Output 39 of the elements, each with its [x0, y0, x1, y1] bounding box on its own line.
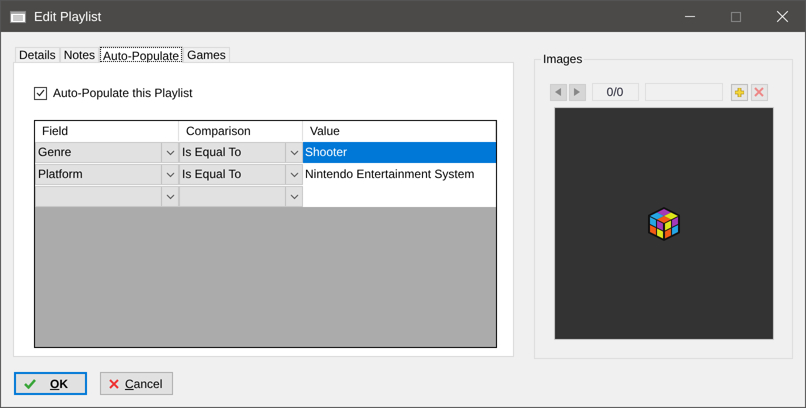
tab[interactable]: Notes	[60, 47, 100, 62]
checkmark-icon	[24, 378, 36, 388]
chevron-down-icon	[290, 150, 298, 156]
chevron-down-icon	[290, 172, 298, 178]
dropdown[interactable]: Is Equal To	[179, 142, 303, 163]
tab[interactable]: Auto-Populate	[99, 46, 184, 63]
table-cell: Shooter	[303, 142, 496, 163]
dropdown[interactable]: Platform	[35, 164, 179, 185]
window-icon	[10, 10, 26, 22]
add-image-button[interactable]	[730, 84, 748, 100]
chevron-down-icon	[166, 194, 174, 200]
minimize-icon	[685, 16, 695, 17]
maximize-icon	[731, 12, 741, 22]
window-title: Edit Playlist	[34, 8, 102, 26]
cancel-button[interactable]: Cancel	[100, 372, 173, 395]
next-button[interactable]	[568, 84, 586, 100]
previous-button[interactable]	[550, 84, 566, 100]
checkbox[interactable]	[34, 86, 47, 100]
plus-icon	[734, 88, 744, 96]
chevron-down-icon	[166, 150, 174, 156]
close-icon	[109, 378, 119, 388]
delete-image-button[interactable]	[750, 84, 768, 100]
cube-icon	[646, 206, 680, 242]
close-icon	[754, 87, 764, 97]
left-arrow-icon	[555, 88, 561, 96]
dropdown[interactable]: Is Equal To	[179, 164, 303, 185]
dropdown[interactable]: Genre	[35, 142, 179, 163]
tab[interactable]: Games	[183, 47, 230, 62]
right-arrow-icon	[574, 88, 580, 96]
tab[interactable]: Details	[15, 47, 60, 62]
ok-button[interactable]: OK	[14, 372, 87, 395]
dropdown[interactable]	[179, 186, 303, 207]
image-counter: 0/0	[592, 83, 638, 101]
dropdown[interactable]	[35, 186, 179, 207]
close-icon	[776, 11, 788, 22]
chevron-down-icon	[290, 194, 298, 200]
chevron-down-icon	[166, 172, 174, 178]
checkbox-label: Auto-Populate this Playlist	[53, 85, 192, 102]
group-title: Images	[541, 52, 584, 66]
